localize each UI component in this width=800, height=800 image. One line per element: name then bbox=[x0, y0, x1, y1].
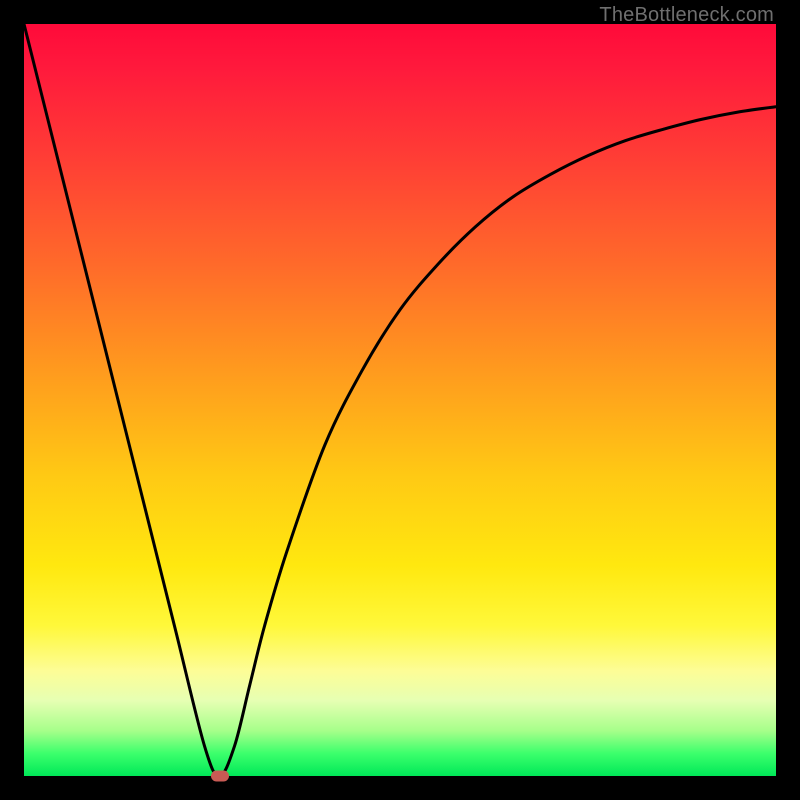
chart-frame: TheBottleneck.com bbox=[0, 0, 800, 800]
minimum-marker bbox=[211, 771, 229, 782]
watermark-text: TheBottleneck.com bbox=[599, 4, 774, 27]
bottleneck-curve bbox=[24, 24, 776, 776]
plot-area bbox=[24, 24, 776, 776]
curve-svg bbox=[24, 24, 776, 776]
